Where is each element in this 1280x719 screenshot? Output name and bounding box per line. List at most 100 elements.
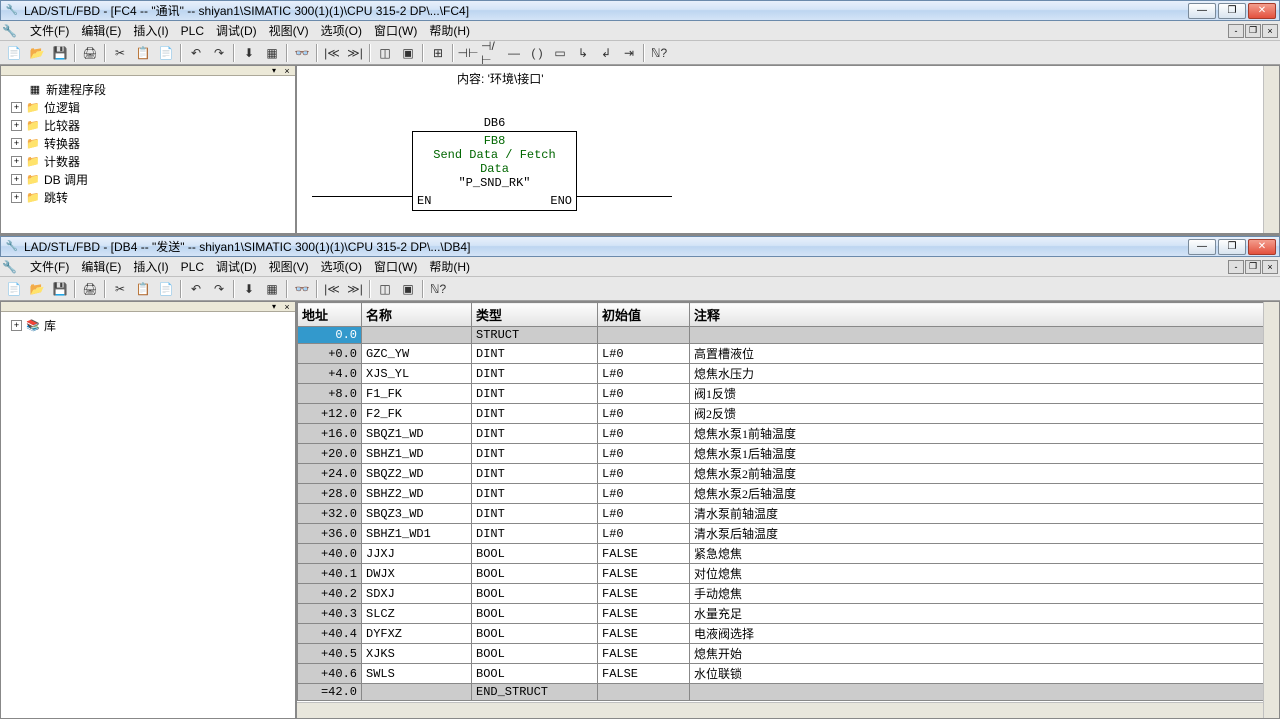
block-icon[interactable]: ▦ bbox=[261, 43, 283, 63]
expand-icon[interactable]: + bbox=[11, 102, 22, 113]
cell-type[interactable]: STRUCT bbox=[472, 327, 598, 344]
cell-name[interactable]: SWLS bbox=[362, 664, 472, 684]
cell-comment[interactable]: 电液阀选择 bbox=[690, 624, 1279, 644]
table-row[interactable]: =42.0END_STRUCT bbox=[298, 684, 1279, 701]
close-pane-icon[interactable]: × bbox=[281, 66, 293, 76]
menu-insert[interactable]: 插入(I) bbox=[127, 256, 174, 277]
dropdown-icon[interactable]: ▾ bbox=[268, 302, 280, 312]
menu-debug[interactable]: 调试(D) bbox=[210, 20, 263, 41]
cell-type[interactable]: DINT bbox=[472, 504, 598, 524]
branch-close-icon[interactable]: ↲ bbox=[595, 43, 617, 63]
db-table[interactable]: 地址 名称 类型 初始值 注释 0.0STRUCT+0.0GZC_YWDINTL… bbox=[297, 302, 1279, 718]
cell-initial[interactable]: FALSE bbox=[598, 544, 690, 564]
menu-view[interactable]: 视图(V) bbox=[263, 256, 315, 277]
menu-options[interactable]: 选项(O) bbox=[315, 256, 368, 277]
menu-edit[interactable]: 编辑(E) bbox=[75, 256, 127, 277]
scrollbar-v[interactable] bbox=[1263, 66, 1279, 233]
table-row[interactable]: +28.0SBHZ2_WDDINTL#0熄焦水泵2后轴温度 bbox=[298, 484, 1279, 504]
cell-address[interactable]: 0.0 bbox=[298, 327, 362, 344]
table-row[interactable]: +12.0F2_FKDINTL#0阀2反馈 bbox=[298, 404, 1279, 424]
cell-type[interactable]: BOOL bbox=[472, 604, 598, 624]
maximize-button[interactable]: ❐ bbox=[1218, 239, 1246, 255]
cell-initial[interactable]: L#0 bbox=[598, 444, 690, 464]
expand-icon[interactable]: + bbox=[11, 120, 22, 131]
cell-initial[interactable]: FALSE bbox=[598, 564, 690, 584]
menu-edit[interactable]: 编辑(E) bbox=[75, 20, 127, 41]
close-button[interactable]: ✕ bbox=[1248, 239, 1276, 255]
mdi-restore[interactable]: ❐ bbox=[1245, 260, 1261, 274]
open-icon[interactable]: 📂 bbox=[26, 43, 48, 63]
menu-window[interactable]: 窗口(W) bbox=[368, 20, 423, 41]
cell-address[interactable]: +8.0 bbox=[298, 384, 362, 404]
cell-type[interactable]: BOOL bbox=[472, 664, 598, 684]
cell-address[interactable]: +24.0 bbox=[298, 464, 362, 484]
monitor-icon[interactable]: 👓 bbox=[291, 279, 313, 299]
close-button[interactable]: ✕ bbox=[1248, 3, 1276, 19]
close-pane-icon[interactable]: × bbox=[281, 302, 293, 312]
undo-icon[interactable]: ↶ bbox=[185, 279, 207, 299]
cell-address[interactable]: +40.5 bbox=[298, 644, 362, 664]
expand-icon[interactable]: + bbox=[11, 138, 22, 149]
cell-initial[interactable]: L#0 bbox=[598, 464, 690, 484]
cell-initial[interactable]: L#0 bbox=[598, 384, 690, 404]
cell-name[interactable]: SBHZ2_WD bbox=[362, 484, 472, 504]
menu-window[interactable]: 窗口(W) bbox=[368, 256, 423, 277]
tree-item[interactable]: +📁计数器 bbox=[5, 152, 291, 170]
titlebar-top[interactable]: 🔧 LAD/STL/FBD - [FC4 -- "通讯" -- shiyan1\… bbox=[0, 0, 1280, 21]
titlebar-bottom[interactable]: 🔧 LAD/STL/FBD - [DB4 -- "发送" -- shiyan1\… bbox=[0, 236, 1280, 257]
cell-type[interactable]: DINT bbox=[472, 364, 598, 384]
dropdown-icon[interactable]: ▾ bbox=[268, 66, 280, 76]
cell-initial[interactable]: FALSE bbox=[598, 644, 690, 664]
tree-item[interactable]: +📁比较器 bbox=[5, 116, 291, 134]
cell-initial[interactable] bbox=[598, 684, 690, 701]
table-row[interactable]: +40.3SLCZBOOLFALSE水量充足 bbox=[298, 604, 1279, 624]
table-row[interactable]: +16.0SBQZ1_WDDINTL#0熄焦水泵1前轴温度 bbox=[298, 424, 1279, 444]
cell-type[interactable]: BOOL bbox=[472, 584, 598, 604]
cell-name[interactable]: SBHZ1_WD bbox=[362, 444, 472, 464]
cell-comment[interactable]: 对位熄焦 bbox=[690, 564, 1279, 584]
cell-name[interactable]: SBQZ2_WD bbox=[362, 464, 472, 484]
mdi-minimize[interactable]: - bbox=[1228, 260, 1244, 274]
col-name[interactable]: 名称 bbox=[362, 303, 472, 327]
connection-icon[interactable]: ⇥ bbox=[618, 43, 640, 63]
cell-address[interactable]: +40.4 bbox=[298, 624, 362, 644]
output-icon[interactable]: ( ) bbox=[526, 43, 548, 63]
cell-name[interactable]: XJS_YL bbox=[362, 364, 472, 384]
cell-name[interactable]: F2_FK bbox=[362, 404, 472, 424]
cell-comment[interactable]: 紧急熄焦 bbox=[690, 544, 1279, 564]
paste-icon[interactable]: 📄 bbox=[155, 43, 177, 63]
cell-comment[interactable]: 水量充足 bbox=[690, 604, 1279, 624]
cell-initial[interactable]: L#0 bbox=[598, 364, 690, 384]
download-icon[interactable]: ⬇ bbox=[238, 43, 260, 63]
menu-debug[interactable]: 调试(D) bbox=[210, 256, 263, 277]
mdi-close[interactable]: × bbox=[1262, 24, 1278, 38]
minimize-button[interactable]: — bbox=[1188, 239, 1216, 255]
cell-address[interactable]: +32.0 bbox=[298, 504, 362, 524]
cell-type[interactable]: DINT bbox=[472, 444, 598, 464]
cell-address[interactable]: +36.0 bbox=[298, 524, 362, 544]
cell-comment[interactable]: 手动熄焦 bbox=[690, 584, 1279, 604]
coil-icon[interactable]: ― bbox=[503, 43, 525, 63]
download-icon[interactable]: ⬇ bbox=[238, 279, 260, 299]
detail-icon[interactable]: ▣ bbox=[397, 279, 419, 299]
table-row[interactable]: +40.4DYFXZBOOLFALSE电液阀选择 bbox=[298, 624, 1279, 644]
contact-no-icon[interactable]: ⊣⊢ bbox=[457, 43, 479, 63]
table-row[interactable]: +40.5XJKSBOOLFALSE熄焦开始 bbox=[298, 644, 1279, 664]
cell-type[interactable]: DINT bbox=[472, 404, 598, 424]
cell-comment[interactable]: 清水泵后轴温度 bbox=[690, 524, 1279, 544]
cell-comment[interactable]: 熄焦水压力 bbox=[690, 364, 1279, 384]
box-icon[interactable]: ▭ bbox=[549, 43, 571, 63]
cell-address[interactable]: +0.0 bbox=[298, 344, 362, 364]
cell-initial[interactable]: L#0 bbox=[598, 484, 690, 504]
cell-name[interactable] bbox=[362, 684, 472, 701]
new-icon[interactable]: 📄 bbox=[3, 279, 25, 299]
cell-type[interactable]: DINT bbox=[472, 464, 598, 484]
cell-type[interactable]: DINT bbox=[472, 384, 598, 404]
detail-icon[interactable]: ▣ bbox=[397, 43, 419, 63]
cell-name[interactable]: JJXJ bbox=[362, 544, 472, 564]
menu-plc[interactable]: PLC bbox=[175, 258, 210, 276]
tree-item[interactable]: +📚库 bbox=[5, 316, 291, 334]
monitor-icon[interactable]: 👓 bbox=[291, 43, 313, 63]
cell-address[interactable]: +20.0 bbox=[298, 444, 362, 464]
cell-name[interactable]: SLCZ bbox=[362, 604, 472, 624]
